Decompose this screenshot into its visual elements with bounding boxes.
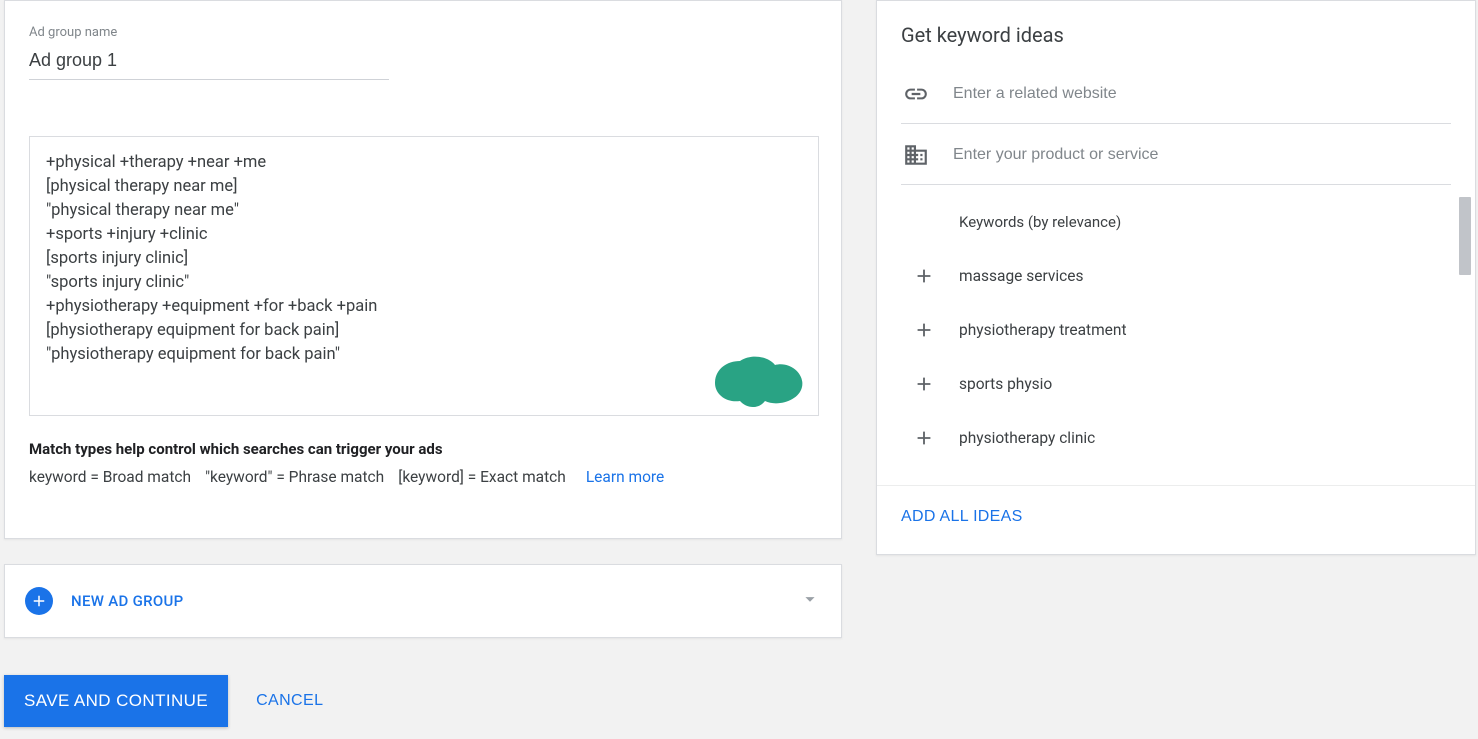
- new-ad-group-card[interactable]: NEW AD GROUP: [4, 564, 842, 638]
- ideas-title: Get keyword ideas: [877, 23, 1475, 63]
- idea-label: physiotherapy treatment: [959, 321, 1127, 339]
- adgroup-name-label: Ad group name: [29, 25, 817, 40]
- ideas-list-header: Keywords (by relevance): [877, 195, 1475, 249]
- scrollbar-thumb[interactable]: [1459, 197, 1471, 275]
- plus-icon: [911, 427, 937, 449]
- chevron-down-icon: [799, 588, 821, 614]
- keyword-ideas-panel: Get keyword ideas Keywords (by relevance…: [876, 0, 1476, 555]
- match-broad-text: keyword = Broad match: [29, 468, 191, 486]
- ad-group-card: Ad group name Match types help control w…: [4, 0, 842, 539]
- plus-icon: [911, 319, 937, 341]
- related-website-input[interactable]: [953, 85, 1451, 103]
- idea-label: massage services: [959, 267, 1083, 285]
- product-service-input[interactable]: [953, 146, 1451, 164]
- match-exact-text: [keyword] = Exact match: [398, 468, 566, 486]
- idea-row[interactable]: physiotherapy treatment: [877, 303, 1475, 357]
- cancel-button[interactable]: CANCEL: [256, 692, 323, 710]
- match-phrase-text: "keyword" = Phrase match: [205, 468, 384, 486]
- keywords-textarea[interactable]: [29, 136, 819, 416]
- idea-label: sports physio: [959, 375, 1052, 393]
- ideas-scroll-area: Keywords (by relevance) massage services…: [877, 195, 1475, 485]
- plus-circle-icon: [25, 587, 53, 615]
- new-ad-group-label: NEW AD GROUP: [71, 592, 184, 610]
- business-icon: [901, 142, 931, 168]
- ideas-footer: ADD ALL IDEAS: [877, 485, 1475, 548]
- match-types-legend: keyword = Broad match "keyword" = Phrase…: [29, 468, 817, 486]
- idea-row[interactable]: sports physio: [877, 357, 1475, 411]
- plus-icon: [911, 265, 937, 287]
- match-types-heading: Match types help control which searches …: [29, 440, 817, 458]
- footer-actions: SAVE AND CONTINUE CANCEL: [4, 675, 323, 727]
- idea-row[interactable]: physiotherapy clinic: [877, 411, 1475, 465]
- add-all-ideas-button[interactable]: ADD ALL IDEAS: [901, 508, 1023, 526]
- learn-more-link[interactable]: Learn more: [586, 468, 664, 486]
- idea-row[interactable]: massage services: [877, 249, 1475, 303]
- idea-label: physiotherapy clinic: [959, 429, 1095, 447]
- save-and-continue-button[interactable]: SAVE AND CONTINUE: [4, 675, 228, 727]
- related-website-row[interactable]: [901, 71, 1451, 124]
- plus-icon: [911, 373, 937, 395]
- product-service-row[interactable]: [901, 132, 1451, 185]
- adgroup-name-input[interactable]: [29, 40, 389, 80]
- new-ad-group-button[interactable]: NEW AD GROUP: [25, 587, 184, 615]
- link-icon: [901, 81, 931, 107]
